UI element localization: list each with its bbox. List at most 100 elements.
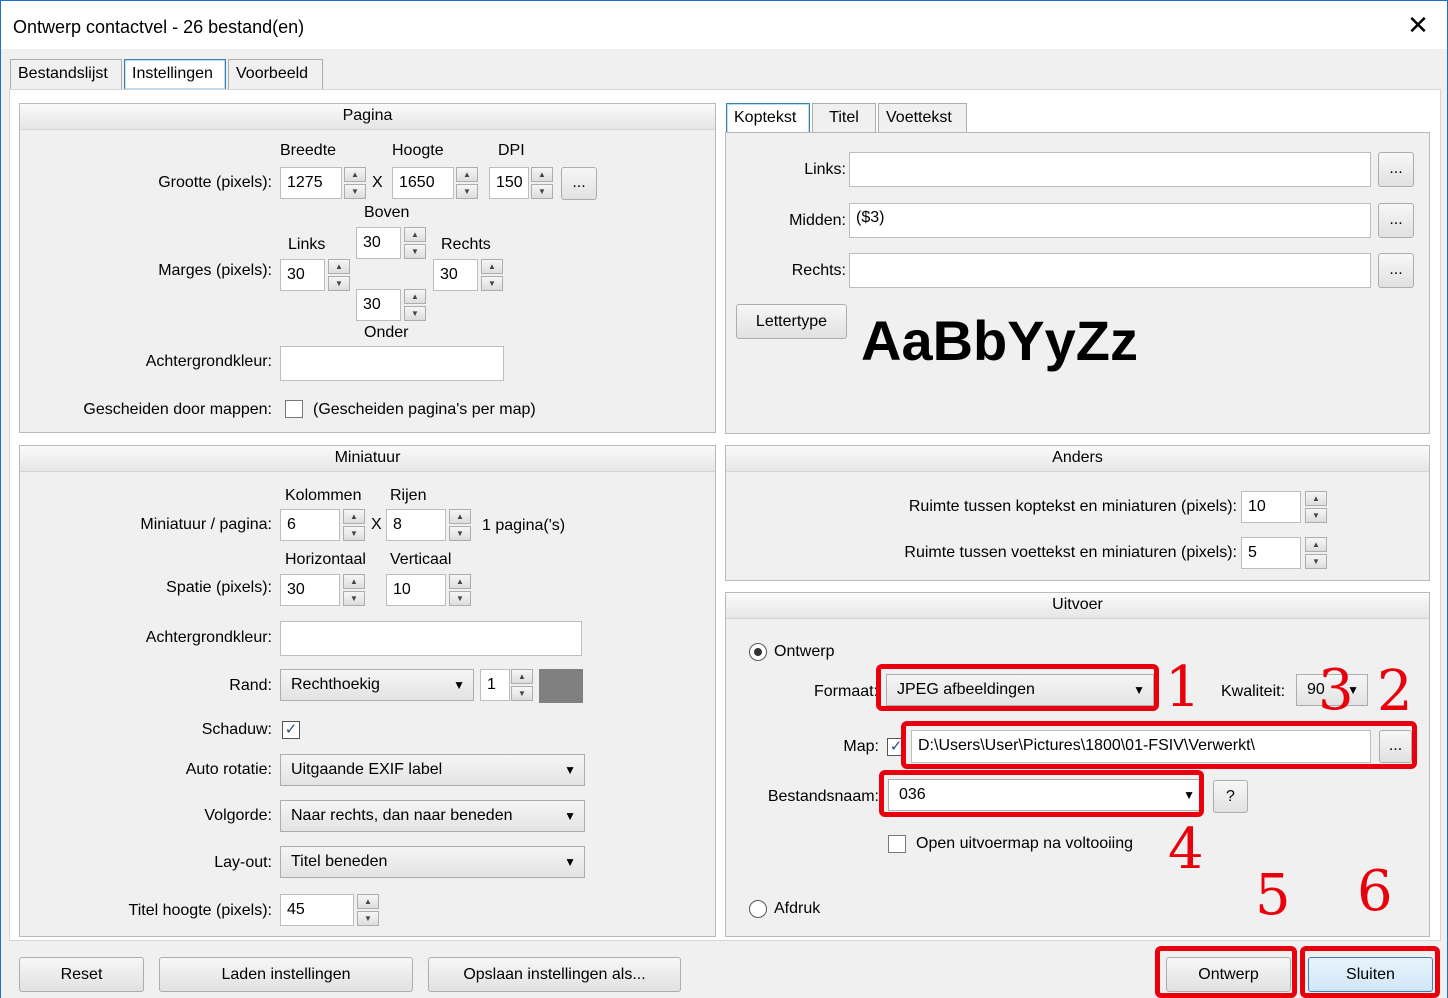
schaduw-label: Schaduw: — [201, 721, 272, 738]
annotation-number-5: 5 — [1255, 863, 1291, 928]
laden-instellingen-button[interactable]: Laden instellingen — [159, 957, 413, 992]
hoogte-input[interactable]: 1650 — [392, 167, 454, 199]
volgorde-value: Naar rechts, dan naar beneden — [291, 807, 513, 824]
ruimte-kop-label: Ruimte tussen koptekst en miniaturen (pi… — [908, 498, 1237, 515]
miniatuur-achtergrond-color[interactable] — [280, 621, 582, 656]
titel-hoogte-label: Titel hoogte (pixels): — [128, 902, 272, 919]
ontwerp-button[interactable]: Ontwerp — [1166, 957, 1291, 992]
rand-value: Rechthoekig — [291, 676, 380, 693]
chevron-down-icon: ▼ — [564, 855, 576, 869]
marge-onder-spinner[interactable]: ▲ ▼ — [404, 289, 426, 321]
map-checkbox[interactable]: ✓ — [887, 738, 905, 756]
marge-rechts-input[interactable]: 30 — [433, 259, 478, 291]
x-sign-2: X — [371, 516, 382, 533]
rand-color-swatch[interactable] — [539, 669, 583, 703]
rijen-spinner[interactable]: ▲ ▼ — [449, 509, 471, 541]
kop-links-input[interactable] — [849, 152, 1371, 187]
kop-rechts-label: Rechts: — [791, 262, 846, 279]
breedte-spinner[interactable]: ▲ ▼ — [344, 167, 366, 199]
afdruk-radio[interactable] — [749, 900, 767, 918]
marge-boven-spinner[interactable]: ▲ ▼ — [404, 227, 426, 259]
kop-rechts-browse-button[interactable]: ... — [1378, 253, 1414, 288]
tab-bestandslijst[interactable]: Bestandslijst — [10, 59, 122, 89]
layout-dropdown[interactable]: Titel beneden ▼ — [280, 846, 585, 878]
schaduw-checkbox[interactable]: ✓ — [282, 721, 300, 739]
ruimte-voet-spinner[interactable]: ▲ ▼ — [1305, 537, 1327, 569]
marge-onder-input[interactable]: 30 — [356, 289, 401, 321]
marge-rechts-spinner[interactable]: ▲ ▼ — [481, 259, 503, 291]
ruimte-voet-label: Ruimte tussen voettekst en miniaturen (p… — [904, 544, 1237, 561]
annotation-number-6: 6 — [1357, 859, 1393, 924]
spatie-v-input[interactable]: 10 — [386, 574, 446, 606]
kolommen-label: Kolommen — [285, 487, 362, 504]
kop-rechts-input[interactable] — [849, 253, 1371, 288]
marge-links-input[interactable]: 30 — [280, 259, 325, 291]
marges-label: Marges (pixels): — [158, 262, 272, 279]
ontwerp-radio[interactable] — [749, 643, 767, 661]
breedte-input[interactable]: 1275 — [280, 167, 342, 199]
kolommen-input[interactable]: 6 — [280, 509, 340, 541]
open-uitvoermap-checkbox[interactable] — [888, 835, 906, 853]
ruimte-kop-spinner[interactable]: ▲ ▼ — [1305, 491, 1327, 523]
bestandsnaam-help-button[interactable]: ? — [1213, 780, 1248, 813]
formaat-dropdown[interactable]: JPEG afbeeldingen ▼ — [886, 674, 1154, 706]
dpi-spinner[interactable]: ▲ ▼ — [531, 167, 553, 199]
kop-links-browse-button[interactable]: ... — [1378, 152, 1414, 187]
rand-label: Rand: — [229, 677, 272, 694]
hoogte-spinner[interactable]: ▲ ▼ — [456, 167, 478, 199]
titel-hoogte-input[interactable]: 45 — [280, 894, 354, 926]
hoogte-label: Hoogte — [392, 142, 444, 159]
map-input[interactable]: D:\Users\User\Pictures\1800\01-FSIV\Verw… — [911, 730, 1371, 763]
map-label: Map: — [843, 738, 879, 755]
kop-midden-browse-button[interactable]: ... — [1378, 203, 1414, 238]
gescheiden-label: Gescheiden door mappen: — [83, 401, 272, 418]
gescheiden-checkbox[interactable] — [285, 400, 303, 418]
kop-midden-input[interactable]: ($3) — [849, 203, 1371, 238]
lettertype-button[interactable]: Lettertype — [736, 304, 847, 339]
rijen-input[interactable]: 8 — [386, 509, 446, 541]
grootte-browse-button[interactable]: ... — [561, 167, 597, 200]
marge-boven-input[interactable]: 30 — [356, 227, 401, 259]
bestandsnaam-combo[interactable]: 036 ▼ — [888, 779, 1204, 811]
rand-dropdown[interactable]: Rechthoekig ▼ — [280, 669, 474, 701]
ruimte-kop-input[interactable]: 10 — [1241, 491, 1301, 523]
rotatie-dropdown[interactable]: Uitgaande EXIF label ▼ — [280, 754, 585, 786]
rotatie-label: Auto rotatie: — [185, 761, 272, 778]
bestandsnaam-label: Bestandsnaam: — [767, 788, 879, 805]
tab-koptekst[interactable]: Koptekst — [726, 103, 810, 133]
close-icon[interactable]: ✕ — [1403, 11, 1433, 41]
chevron-down-icon: ▼ — [1183, 788, 1195, 802]
tab-voettekst[interactable]: Voettekst — [878, 103, 967, 133]
kolommen-spinner[interactable]: ▲ ▼ — [343, 509, 365, 541]
reset-button[interactable]: Reset — [19, 957, 144, 992]
pagina-header: Pagina — [20, 104, 715, 130]
layout-label: Lay-out: — [214, 854, 272, 871]
pagina-achtergrond-color[interactable] — [280, 346, 504, 381]
opslaan-instellingen-button[interactable]: Opslaan instellingen als... — [428, 957, 681, 992]
open-uitvoermap-label: Open uitvoermap na voltooiing — [916, 835, 1134, 852]
spatie-h-spinner[interactable]: ▲ ▼ — [343, 574, 365, 606]
per-pagina-label: Miniatuur / pagina: — [140, 516, 272, 533]
volgorde-label: Volgorde: — [204, 807, 272, 824]
dialog-window: Ontwerp contactvel - 26 bestand(en) ✕ Be… — [0, 0, 1448, 998]
ruimte-voet-input[interactable]: 5 — [1241, 537, 1301, 569]
rijen-label: Rijen — [390, 487, 427, 504]
spatie-v-spinner[interactable]: ▲ ▼ — [449, 574, 471, 606]
rand-width-spinner[interactable]: ▲ ▼ — [511, 669, 533, 701]
map-browse-button[interactable]: ... — [1379, 730, 1412, 763]
sluiten-button[interactable]: Sluiten — [1308, 957, 1433, 992]
afdruk-radio-label: Afdruk — [774, 900, 821, 917]
titel-hoogte-spinner[interactable]: ▲ ▼ — [357, 894, 379, 926]
uitvoer-header: Uitvoer — [726, 593, 1429, 619]
rotatie-value: Uitgaande EXIF label — [291, 761, 443, 778]
marge-links-spinner[interactable]: ▲ ▼ — [328, 259, 350, 291]
tab-instellingen[interactable]: Instellingen — [124, 59, 226, 89]
title-bar: Ontwerp contactvel - 26 bestand(en) ✕ — [1, 1, 1447, 49]
spatie-h-input[interactable]: 30 — [280, 574, 340, 606]
kop-midden-label: Midden: — [789, 212, 846, 229]
volgorde-dropdown[interactable]: Naar rechts, dan naar beneden ▼ — [280, 800, 585, 832]
rand-width-input[interactable]: 1 — [480, 669, 510, 701]
dpi-input[interactable]: 150 — [489, 167, 529, 199]
tab-voorbeeld[interactable]: Voorbeeld — [228, 59, 323, 89]
tab-titel[interactable]: Titel — [812, 103, 876, 133]
